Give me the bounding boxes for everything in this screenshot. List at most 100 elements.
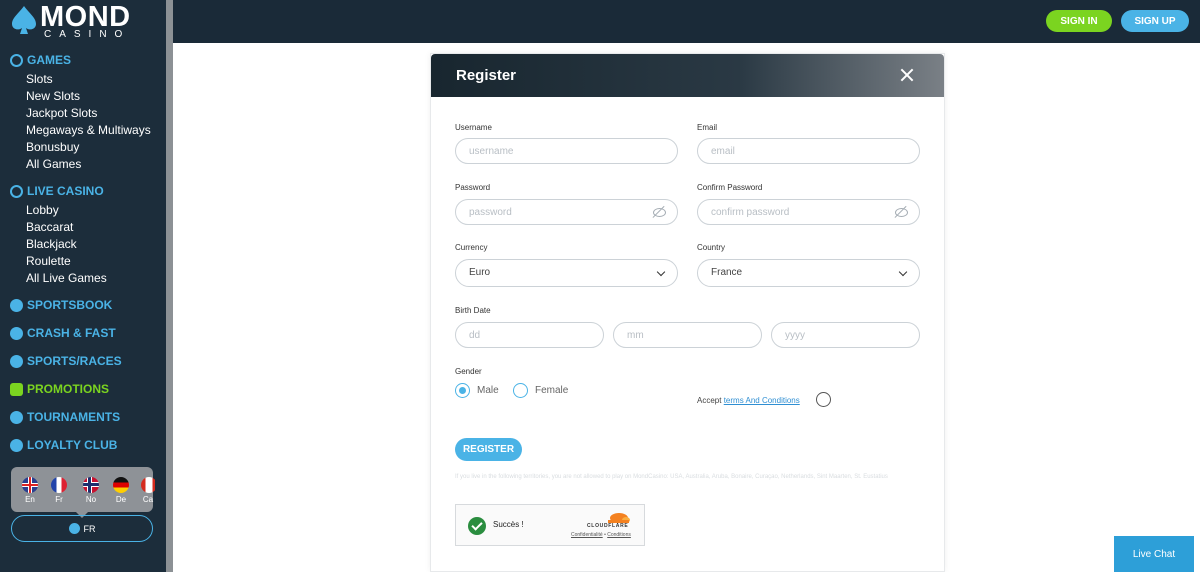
canada-flag-icon	[141, 477, 155, 493]
sidebar-scrollbar[interactable]	[166, 0, 173, 572]
races-icon	[10, 354, 23, 368]
nav-item-bonusbuy[interactable]: Bonusbuy	[0, 139, 166, 156]
nav-item-new-slots[interactable]: New Slots	[0, 88, 166, 105]
logo-sub: CASINO	[44, 29, 131, 40]
eye-slash-icon[interactable]	[653, 208, 666, 217]
captcha-status: Succès !	[493, 520, 524, 529]
conditions-link[interactable]: Conditions	[607, 532, 631, 538]
accept-terms-text: Accept terms And Conditions	[697, 396, 800, 405]
language-code: Ca	[142, 495, 154, 504]
sidebar-nav: GAMES Slots New Slots Jackpot Slots Mega…	[0, 52, 166, 453]
birth-day-input[interactable]	[455, 322, 604, 348]
germany-flag-icon	[113, 477, 129, 493]
accept-terms-checkbox[interactable]	[816, 392, 831, 407]
sportsbook-icon	[10, 298, 23, 312]
nav-section-games[interactable]: GAMES	[0, 52, 166, 68]
nav-item-jackpot-slots[interactable]: Jackpot Slots	[0, 105, 166, 122]
nav-section-label: TOURNAMENTS	[27, 410, 121, 424]
email-input[interactable]	[697, 138, 920, 164]
nav-section-label: GAMES	[27, 53, 72, 67]
modal-title: Register	[456, 67, 517, 84]
current-language: FR	[83, 523, 96, 534]
live-casino-icon	[10, 184, 23, 198]
restricted-territories-notice: If you live in the following territories…	[455, 474, 888, 480]
norway-flag-icon	[83, 477, 99, 493]
language-selector-button[interactable]: FR	[11, 515, 153, 542]
password-label: Password	[455, 183, 491, 192]
language-de[interactable]: De	[111, 477, 131, 504]
sign-up-button[interactable]: SIGN UP	[1121, 10, 1189, 32]
live-chat-button[interactable]: Live Chat	[1114, 536, 1194, 572]
gender-label: Gender	[455, 367, 482, 376]
birth-month-input[interactable]	[613, 322, 762, 348]
nav-section-sports-races[interactable]: SPORTS/RACES	[0, 353, 166, 369]
nav-section-live-casino[interactable]: LIVE CASINO	[0, 183, 166, 199]
language-no[interactable]: No	[81, 477, 101, 504]
currency-label: Currency	[455, 243, 488, 252]
country-label: Country	[697, 243, 726, 252]
terms-link[interactable]: terms And Conditions	[724, 396, 800, 405]
close-icon[interactable]	[900, 68, 914, 82]
nav-item-slots[interactable]: Slots	[0, 71, 166, 88]
sidebar: MOND CASINO GAMES Slots New Slots Jackpo…	[0, 0, 166, 572]
language-code: No	[85, 495, 97, 504]
sign-in-button[interactable]: SIGN IN	[1046, 10, 1112, 32]
games-icon	[10, 53, 23, 67]
eye-slash-icon[interactable]	[895, 208, 908, 217]
globe-icon	[68, 523, 80, 534]
register-button[interactable]: REGISTER	[455, 438, 522, 461]
spade-logo-icon	[12, 6, 36, 34]
language-code: Fr	[55, 495, 63, 504]
rocket-icon	[10, 326, 23, 340]
nav-item-all-live-games[interactable]: All Live Games	[0, 270, 166, 287]
logo-name: MOND	[40, 1, 131, 33]
nav-item-lobby[interactable]: Lobby	[0, 202, 166, 219]
chevron-down-icon	[898, 267, 908, 277]
confirm-password-input[interactable]	[697, 199, 920, 225]
nav-section-label: LIVE CASINO	[27, 184, 104, 198]
language-en[interactable]: En	[20, 477, 40, 504]
modal-header: Register	[431, 54, 944, 97]
trophy-icon	[10, 410, 23, 424]
username-label: Username	[455, 123, 492, 132]
currency-value: Euro	[469, 267, 491, 278]
captcha-links: Confidentialité • Conditions	[571, 532, 631, 538]
nav-section-label: PROMOTIONS	[27, 382, 110, 396]
nav-item-roulette[interactable]: Roulette	[0, 253, 166, 270]
language-fr[interactable]: Fr	[49, 477, 69, 504]
birth-date-label: Birth Date	[455, 306, 491, 315]
nav-section-sportsbook[interactable]: SPORTSBOOK	[0, 297, 166, 313]
language-ca[interactable]: Ca	[141, 477, 155, 504]
confirm-password-label: Confirm Password	[697, 183, 763, 192]
birth-year-input[interactable]	[771, 322, 920, 348]
nav-section-label: LOYALTY CLUB	[27, 438, 118, 452]
password-input[interactable]	[455, 199, 678, 225]
cloudflare-cloud-icon	[608, 513, 630, 523]
username-input[interactable]	[455, 138, 678, 164]
nav-section-label: SPORTS/RACES	[27, 354, 122, 368]
gender-male-label: Male	[477, 385, 499, 396]
gender-male-radio[interactable]	[455, 383, 470, 398]
email-label: Email	[697, 123, 718, 132]
nav-item-baccarat[interactable]: Baccarat	[0, 219, 166, 236]
privacy-link[interactable]: Confidentialité	[571, 532, 603, 538]
nav-section-crash-fast[interactable]: CRASH & FAST	[0, 325, 166, 341]
nav-section-tournaments[interactable]: TOURNAMENTS	[0, 409, 166, 425]
gender-female-radio[interactable]	[513, 383, 528, 398]
gender-female-label: Female	[535, 385, 569, 396]
nav-section-promotions[interactable]: PROMOTIONS	[0, 381, 166, 397]
nav-item-blackjack[interactable]: Blackjack	[0, 236, 166, 253]
language-code: De	[115, 495, 127, 504]
chevron-down-icon	[656, 267, 666, 277]
france-flag-icon	[51, 477, 67, 493]
language-popup: En Fr No De Ca	[11, 467, 155, 518]
captcha-widget[interactable]: Succès ! CLOUDFLARE Confidentialité • Co…	[455, 504, 645, 546]
nav-section-loyalty-club[interactable]: LOYALTY CLUB	[0, 437, 166, 453]
nav-item-megaways[interactable]: Megaways & Multiways	[0, 122, 166, 139]
nav-item-all-games[interactable]: All Games	[0, 156, 166, 173]
logo[interactable]: MOND CASINO	[10, 1, 131, 40]
country-select[interactable]: France	[697, 259, 920, 287]
currency-select[interactable]: Euro	[455, 259, 678, 287]
register-modal: Register Username Email Password Confirm…	[430, 53, 945, 572]
gift-icon	[10, 382, 23, 396]
